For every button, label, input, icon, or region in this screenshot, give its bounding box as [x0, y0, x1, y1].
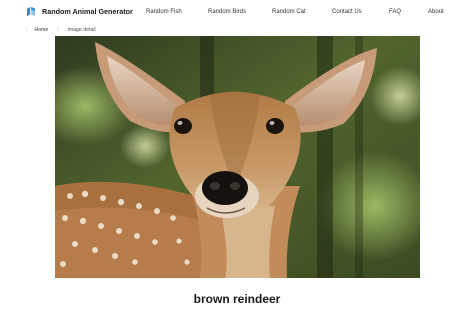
top-navbar: Random Animal Generator Random Fish Rand… — [0, 0, 474, 24]
nav-link-random-birds[interactable]: Random Birds — [208, 9, 246, 15]
animal-photo — [55, 36, 420, 278]
nav-link-about[interactable]: About — [428, 9, 444, 15]
brand-link[interactable]: Random Animal Generator — [26, 6, 133, 17]
nav-link-random-cat[interactable]: Random Cat — [272, 9, 306, 15]
nav-link-faq[interactable]: FAQ — [389, 9, 401, 15]
breadcrumb: / Home / image detail — [26, 26, 96, 34]
breadcrumb-current: image detail — [67, 27, 96, 33]
brand-name: Random Animal Generator — [42, 7, 133, 16]
breadcrumb-leading-separator: / — [26, 27, 28, 33]
breadcrumb-separator: / — [57, 27, 59, 33]
nav-link-contact-us[interactable]: Contact Us — [332, 9, 362, 15]
breadcrumb-home-link[interactable]: Home — [34, 27, 48, 33]
brand-logo-icon — [27, 7, 35, 16]
image-caption: brown reindeer — [193, 292, 281, 306]
nav-link-random-fish[interactable]: Random Fish — [146, 9, 182, 15]
